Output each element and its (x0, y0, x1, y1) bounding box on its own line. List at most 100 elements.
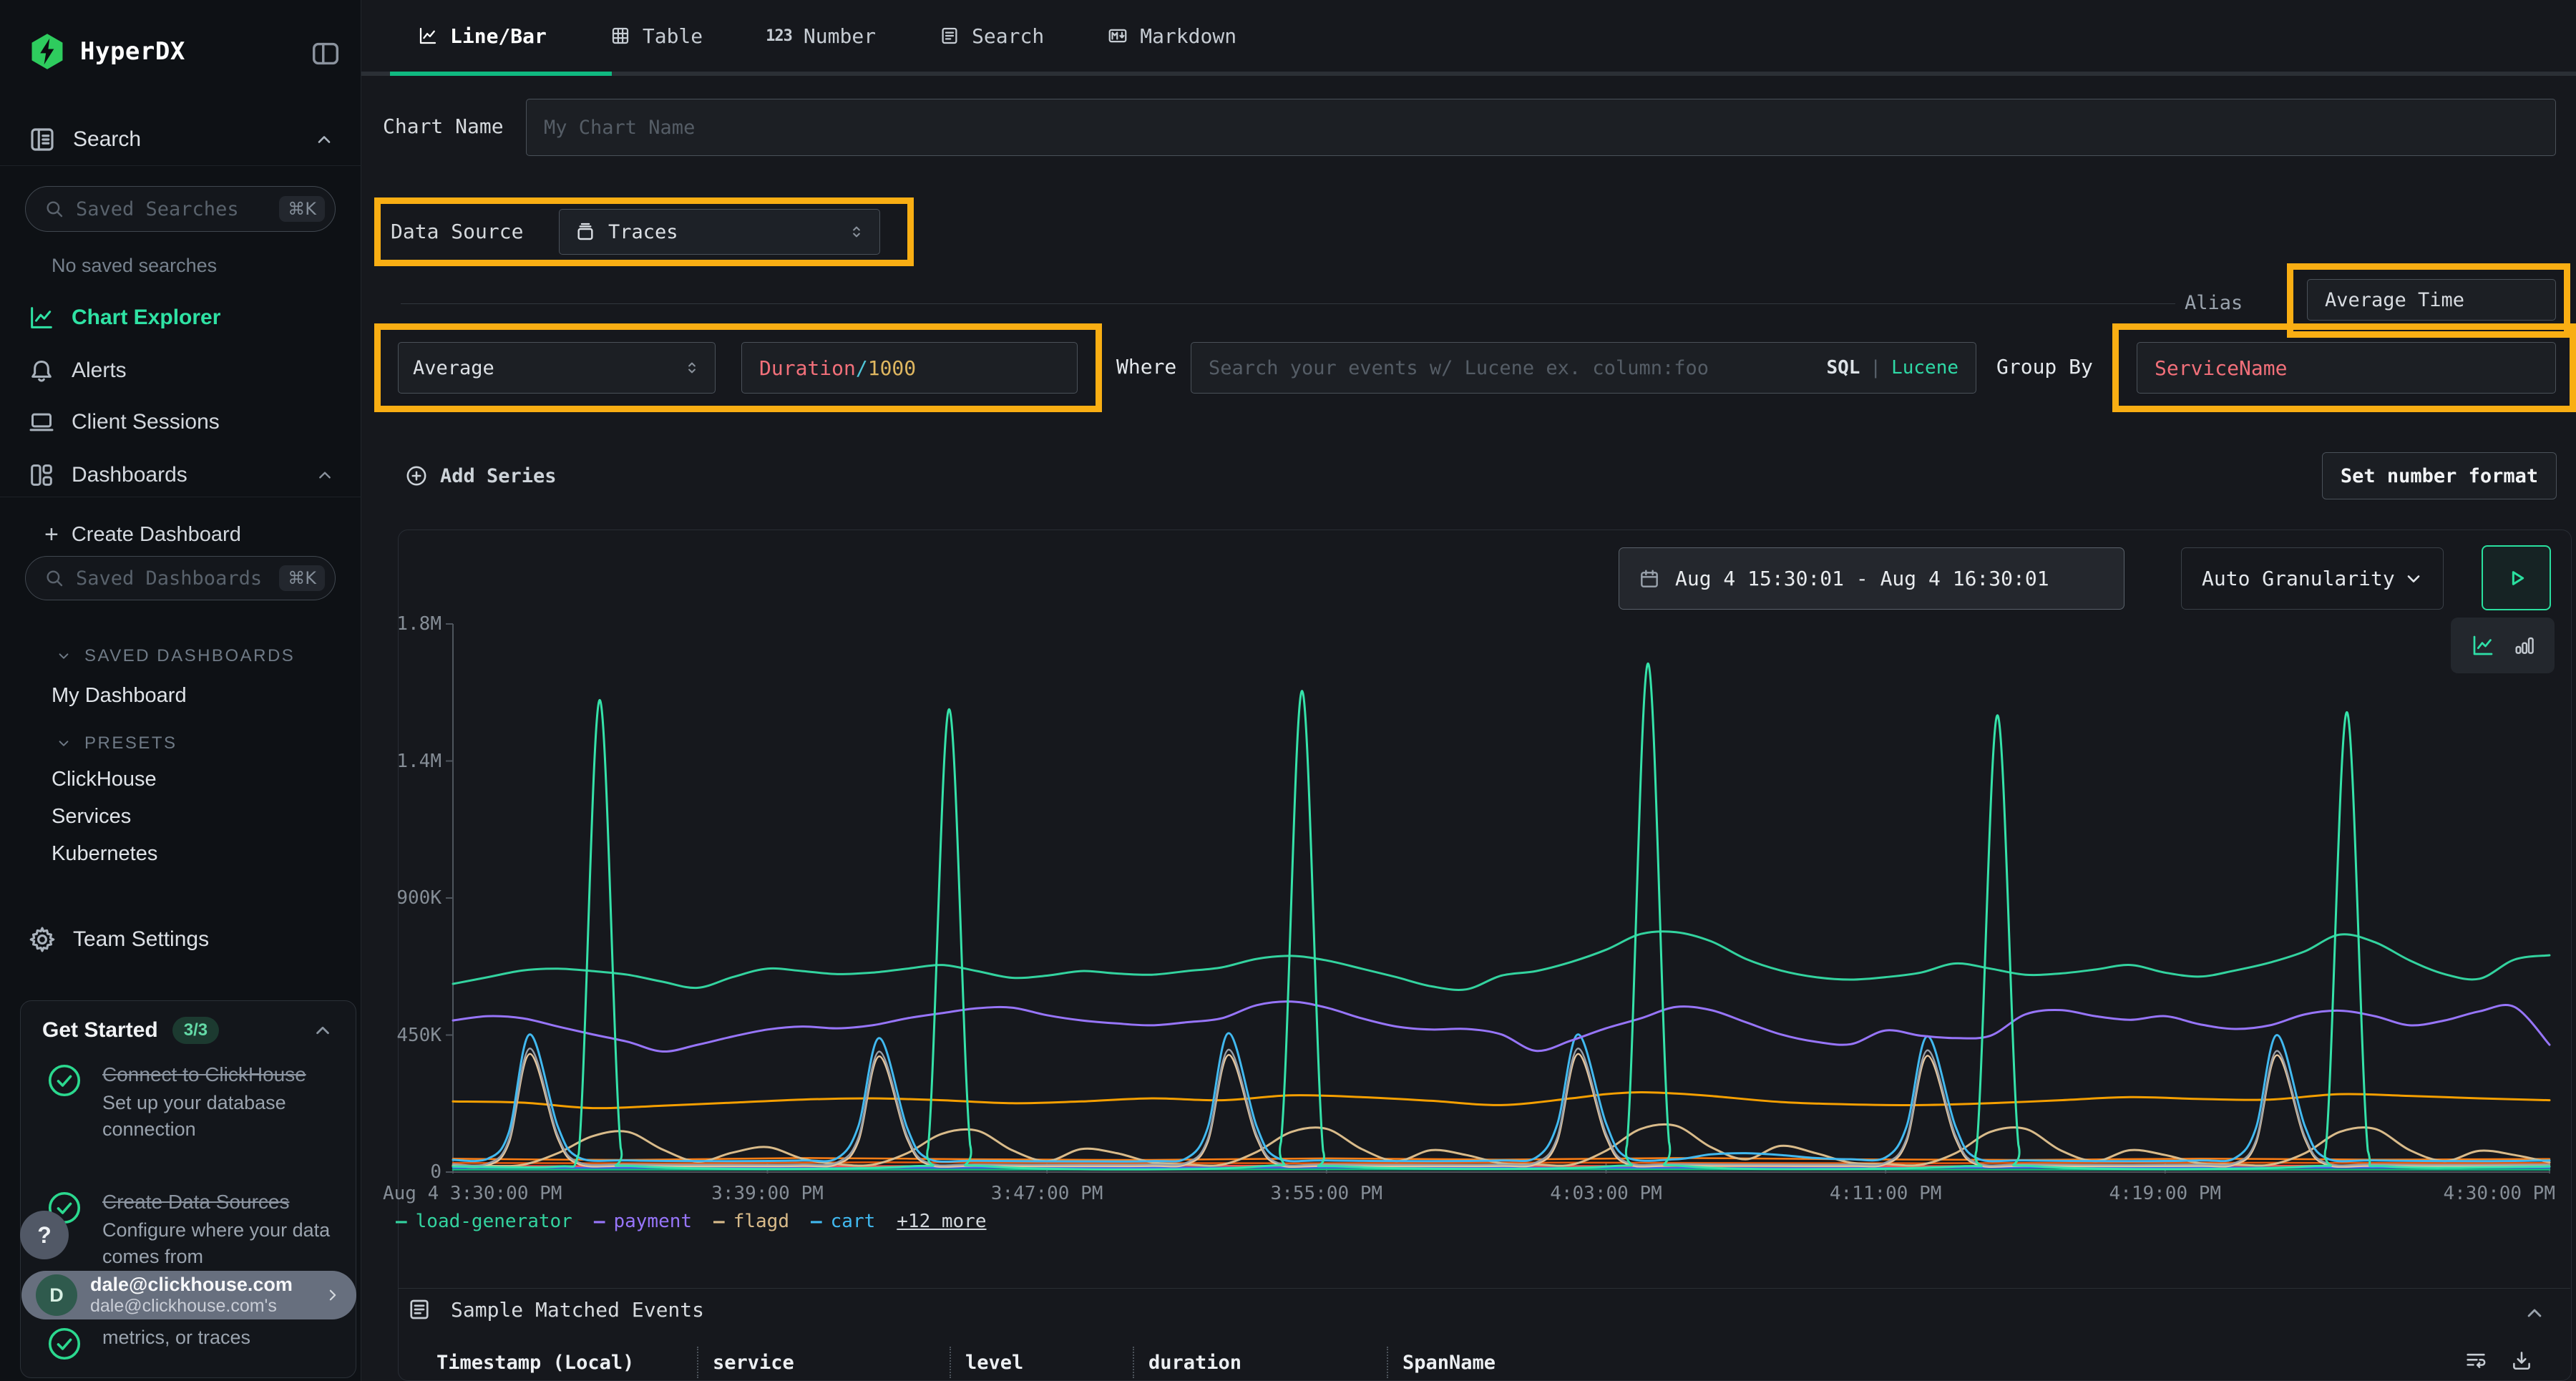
alias-label: Alias (2185, 292, 2243, 314)
column-header-service[interactable]: service (697, 1347, 950, 1378)
legend-item-flagd[interactable]: —flagd (713, 1211, 789, 1232)
search-section-label: Search (73, 127, 141, 152)
user-subtitle: dale@clickhouse.com's (90, 1296, 309, 1317)
group-by-value: ServiceName (2155, 356, 2287, 380)
sidebar-item-kubernetes[interactable]: Kubernetes (52, 842, 157, 866)
app-logo[interactable]: HyperDX (27, 31, 185, 72)
get-started-item[interactable]: metrics, or traces (45, 1324, 331, 1363)
field-token: 1000 (868, 356, 916, 380)
chevron-up-icon[interactable] (310, 1018, 336, 1043)
x-axis-label: 3:47:00 PM (929, 1181, 1165, 1206)
data-source-highlight: Data Source Traces (374, 197, 914, 266)
tab-markdown[interactable]: Markdown (1107, 24, 1236, 48)
plus-circle-icon (404, 464, 429, 488)
sql-toggle[interactable]: SQL (1826, 357, 1860, 379)
aggregation-value: Average (413, 357, 494, 379)
shortcut-badge: ⌘K (279, 196, 325, 222)
chevron-up-icon[interactable] (313, 464, 336, 487)
data-source-select[interactable]: Traces (559, 209, 880, 255)
x-axis-label: 3:39:00 PM (650, 1181, 886, 1206)
timeseries-chart[interactable] (429, 615, 2562, 1181)
database-icon (574, 220, 597, 243)
toggle-divider: | (1870, 357, 1881, 379)
legend-item-load-generator[interactable]: —load-generator (396, 1211, 572, 1232)
sidebar-section-search[interactable]: Search (27, 125, 336, 155)
tab-search[interactable]: Search (939, 24, 1044, 48)
no-saved-searches-text: No saved searches (52, 255, 217, 277)
alias-input[interactable]: Average Time (2307, 279, 2556, 321)
field-token: / (856, 356, 868, 380)
run-query-button[interactable] (2482, 545, 2551, 610)
chevron-up-icon[interactable] (312, 127, 336, 152)
add-series-button[interactable]: Add Series (404, 451, 557, 501)
group-by-input[interactable]: ServiceName (2137, 342, 2556, 394)
sidebar-item-client-sessions[interactable]: Client Sessions (27, 404, 336, 441)
sidebar-item-alerts[interactable]: Alerts (27, 352, 336, 389)
get-started-item[interactable]: Connect to ClickHouseSet up your databas… (45, 1061, 331, 1143)
saved-searches-input[interactable]: Saved Searches ⌘K (25, 186, 336, 232)
search-icon (43, 567, 66, 590)
aggregation-select[interactable]: Average (398, 342, 716, 394)
select-updown-icon (847, 222, 867, 242)
saved-searches-placeholder: Saved Searches (76, 198, 269, 220)
granularity-select[interactable]: Auto Granularity (2181, 547, 2444, 610)
sidebar: HyperDX Search Saved Searches ⌘K No save… (0, 0, 361, 1381)
legend-more-link[interactable]: +12 more (897, 1211, 986, 1232)
wrap-text-icon[interactable] (2464, 1348, 2488, 1372)
sidebar-item-chart-explorer[interactable]: Chart Explorer (27, 299, 336, 336)
chevron-down-icon (2401, 567, 2426, 591)
linechart-icon (27, 303, 56, 332)
sidebar-item-my-dashboard[interactable]: My Dashboard (52, 684, 187, 708)
column-header-spanname[interactable]: SpanName (1387, 1347, 2031, 1378)
help-button[interactable]: ? (20, 1211, 69, 1259)
sidebar-item-services[interactable]: Services (52, 805, 131, 829)
chart-series (453, 1092, 2550, 1108)
list-icon (406, 1297, 432, 1322)
collapse-section-icon[interactable] (2521, 1299, 2548, 1327)
column-header-level[interactable]: level (950, 1347, 1133, 1378)
events-table-header: Timestamp (Local)serviceleveldurationSpa… (422, 1344, 2031, 1381)
linechart-icon (417, 25, 439, 47)
gear-icon (27, 924, 57, 955)
where-placeholder: Search your events w/ Lucene ex. column:… (1209, 357, 1709, 379)
sidebar-item-clickhouse[interactable]: ClickHouse (52, 768, 157, 791)
tab-table[interactable]: Table (610, 24, 703, 48)
number-icon: 123 (766, 27, 792, 45)
y-axis-label: 1.8M (367, 612, 441, 636)
tab-line-bar[interactable]: Line/Bar (417, 24, 547, 48)
field-token: Duration (759, 356, 856, 380)
chart-type-tabbar: Line/Bar Table 123Number Search Markdown (361, 0, 2576, 76)
chart-name-input[interactable]: My Chart Name (526, 99, 2556, 156)
tab-track (361, 72, 2576, 76)
lucene-toggle[interactable]: Lucene (1891, 357, 1958, 379)
add-series-label: Add Series (440, 465, 557, 487)
sidebar-item-team-settings[interactable]: Team Settings (27, 924, 336, 955)
set-number-format-button[interactable]: Set number format (2322, 452, 2557, 499)
group-header-saved-dashboards[interactable]: SAVED DASHBOARDS (54, 646, 295, 666)
legend-item-cart[interactable]: —cart (811, 1211, 875, 1232)
legend-item-payment[interactable]: —payment (594, 1211, 692, 1232)
hyperdx-logo-icon (27, 31, 67, 72)
get-started-item[interactable]: Create Data SourcesConfigure where your … (45, 1189, 331, 1270)
aggregation-field-input[interactable]: Duration/1000 (741, 342, 1078, 394)
user-menu[interactable]: D dale@clickhouse.com dale@clickhouse.co… (21, 1271, 356, 1319)
column-header-timestamp-local-[interactable]: Timestamp (Local) (422, 1347, 697, 1378)
group-header-presets[interactable]: PRESETS (54, 733, 177, 753)
column-header-duration[interactable]: duration (1133, 1347, 1387, 1378)
collapse-sidebar-icon[interactable] (309, 37, 342, 70)
sample-events-header: Sample Matched Events (406, 1297, 704, 1322)
user-email: dale@clickhouse.com (90, 1274, 309, 1296)
select-updown-icon (682, 358, 702, 378)
where-input[interactable]: Search your events w/ Lucene ex. column:… (1191, 342, 1976, 394)
saved-dashboards-input[interactable]: Saved Dashboards ⌘K (25, 556, 336, 600)
laptop-icon (27, 408, 56, 436)
download-icon[interactable] (2509, 1348, 2534, 1372)
active-tab-underline (390, 72, 612, 76)
sidebar-item-dashboards[interactable]: Dashboards (27, 457, 336, 494)
time-range-picker[interactable]: Aug 4 15:30:01 - Aug 4 16:30:01 (1619, 547, 2124, 610)
check-circle-icon (45, 1324, 84, 1363)
chart-series-payment (453, 1002, 2550, 1052)
create-dashboard-button[interactable]: + Create Dashboard (44, 522, 241, 547)
chart-legend: —load-generator —payment —flagd —cart +12 mo… (396, 1211, 987, 1232)
tab-number[interactable]: 123Number (766, 24, 876, 48)
